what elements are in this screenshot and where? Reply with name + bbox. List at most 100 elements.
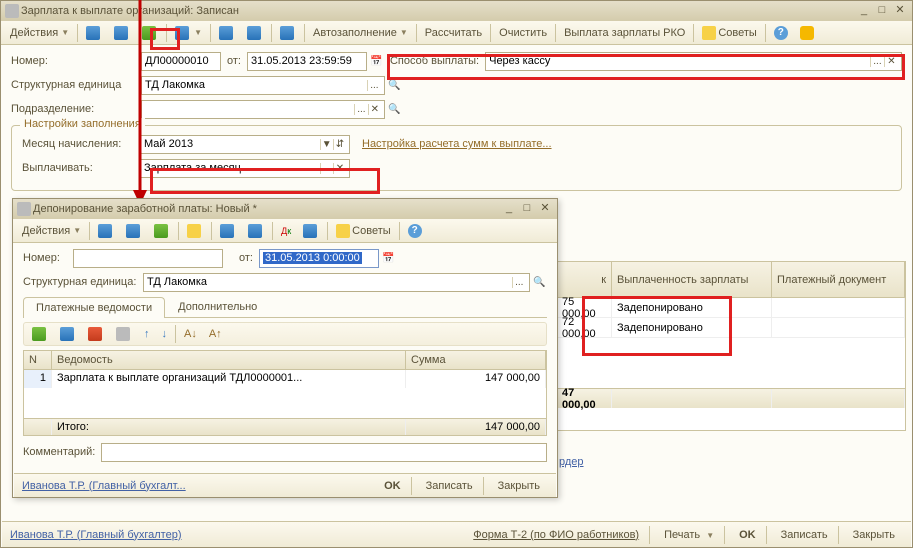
col-n: N: [24, 351, 52, 369]
clear-icon[interactable]: ✕: [333, 163, 346, 174]
order-link[interactable]: рдер: [559, 456, 584, 468]
comment-input[interactable]: [101, 443, 547, 462]
number-label: Номер:: [11, 55, 141, 67]
table-total: 47 000,00: [557, 389, 612, 408]
ellipsis-icon[interactable]: ...: [367, 80, 381, 91]
user-link[interactable]: Иванова Т.Р. (Главный бухгалт...: [22, 480, 186, 492]
clear-button[interactable]: Очистить: [494, 25, 552, 41]
user-link[interactable]: Иванова Т.Р. (Главный бухгалтер): [10, 529, 182, 541]
search-icon[interactable]: 🔍: [387, 80, 402, 91]
edit-icon[interactable]: [55, 325, 81, 343]
ok-button[interactable]: OK: [376, 477, 409, 495]
ellipsis-icon[interactable]: ...: [512, 277, 526, 288]
table-row[interactable]: 72 000,00 Задепонировано: [557, 318, 905, 338]
search-icon[interactable]: 🔍: [532, 277, 547, 288]
method-input[interactable]: ... ✕: [485, 52, 902, 71]
maximize-button[interactable]: □: [519, 202, 535, 216]
ellipsis-icon[interactable]: ...: [870, 56, 884, 67]
number-input[interactable]: [73, 249, 223, 268]
main-form: Номер: от: 📅 Способ выплаты: ... ✕ Струк…: [1, 45, 912, 203]
number-label: Номер:: [23, 252, 73, 264]
tips-button[interactable]: Советы: [697, 24, 761, 42]
tab-payments[interactable]: Платежные ведомости: [23, 297, 165, 318]
up-icon[interactable]: ↑: [139, 326, 155, 342]
write-button[interactable]: Записать: [773, 526, 836, 544]
calendar-icon[interactable]: 📅: [369, 56, 384, 67]
unit-input[interactable]: ...: [143, 273, 530, 292]
add-icon[interactable]: [27, 325, 53, 343]
toolbar-icon-1[interactable]: [81, 24, 107, 42]
tips-button[interactable]: Советы: [331, 222, 395, 240]
toolbar-icon-4[interactable]: ▼: [170, 24, 207, 42]
minimize-button[interactable]: _: [501, 202, 517, 216]
number-input[interactable]: [141, 52, 221, 71]
unit-input[interactable]: ...: [141, 76, 385, 95]
clear-icon[interactable]: ✕: [368, 104, 381, 115]
payout-rko-button[interactable]: Выплата зарплаты РКО: [559, 25, 690, 41]
ellipsis-icon[interactable]: ...: [320, 163, 333, 174]
actions-menu[interactable]: Действия▼: [17, 223, 86, 239]
toolbar-icon[interactable]: [149, 222, 175, 240]
help-button[interactable]: ?: [769, 24, 793, 42]
month-input[interactable]: ▼ ⇵: [140, 135, 350, 154]
table-row[interactable]: 1 Зарплата к выплате организаций ТДЛ0000…: [24, 370, 546, 388]
date-input[interactable]: 31.05.2013 0:00:00: [259, 249, 379, 268]
toolbar-icon-7[interactable]: [275, 24, 301, 42]
table-row[interactable]: 75 000,00 Задепонировано: [557, 298, 905, 318]
toolbar-icon-5[interactable]: [214, 24, 240, 42]
sub-window: Депонирование заработной платы: Новый * …: [12, 198, 558, 498]
toolbar-icon[interactable]: [298, 222, 324, 240]
ok-button[interactable]: OK: [731, 526, 764, 544]
main-title: Зарплата к выплате организаций: Записан: [21, 5, 239, 17]
sort-asc-icon[interactable]: A↓: [179, 326, 202, 342]
close-button[interactable]: Закрыть: [490, 477, 548, 495]
unit-label: Структурная единица: [11, 79, 141, 91]
down-icon[interactable]: ↓: [157, 326, 173, 342]
delete-icon[interactable]: [83, 325, 109, 343]
toolbar-icon-2[interactable]: [109, 24, 135, 42]
close-button[interactable]: ✕: [892, 4, 908, 18]
calc-button[interactable]: Рассчитать: [420, 25, 487, 41]
sort-desc-icon[interactable]: A↑: [204, 326, 227, 342]
tab-additional[interactable]: Дополнительно: [165, 296, 270, 317]
toolbar-icon[interactable]: [182, 222, 208, 240]
toolbar-icon[interactable]: [93, 222, 119, 240]
app-icon: [17, 202, 31, 216]
toolbar-icon[interactable]: [121, 222, 147, 240]
spinner-icon[interactable]: ⇵: [333, 139, 346, 150]
search-icon[interactable]: 🔍: [387, 104, 402, 115]
app-icon: [5, 4, 19, 18]
col-doc: Платежный документ: [772, 262, 905, 297]
help-button[interactable]: ?: [403, 222, 427, 240]
close-button[interactable]: ✕: [537, 202, 553, 216]
sub-statusbar: Иванова Т.Р. (Главный бухгалт... OK Запи…: [14, 473, 556, 497]
main-titlebar: Зарплата к выплате организаций: Записан …: [1, 1, 912, 21]
toolbar-icon-3[interactable]: [137, 24, 163, 42]
dept-input[interactable]: ... ✕: [141, 100, 385, 119]
write-button[interactable]: Записать: [418, 477, 481, 495]
clear-icon[interactable]: ✕: [884, 56, 898, 67]
actions-menu[interactable]: Действия▼: [5, 25, 74, 41]
date-input[interactable]: [247, 52, 367, 71]
pay-input[interactable]: ... ✕: [140, 159, 350, 178]
dropdown-icon[interactable]: ▼: [320, 139, 333, 150]
toolbar-icon-6[interactable]: [242, 24, 268, 42]
total-label: Итого:: [52, 419, 406, 435]
toolbar-icon[interactable]: [111, 325, 137, 343]
maximize-button[interactable]: □: [874, 4, 890, 18]
main-table: к Выплаченность зарплаты Платежный докум…: [556, 261, 906, 431]
minimize-button[interactable]: _: [856, 4, 872, 18]
toolbar-icon[interactable]: [243, 222, 269, 240]
print-button[interactable]: Печать ▼: [656, 526, 722, 544]
ellipsis-icon[interactable]: ...: [354, 104, 367, 115]
close-button[interactable]: Закрыть: [845, 526, 903, 544]
toolbar-dk-icon[interactable]: Дк: [276, 224, 296, 238]
autofill-menu[interactable]: Автозаполнение▼: [308, 25, 413, 41]
calc-settings-link[interactable]: Настройка расчета сумм к выплате...: [362, 138, 552, 150]
calendar-icon[interactable]: 📅: [381, 253, 396, 264]
main-toolbar: Действия▼ ▼ Автозаполнение▼ Рассчитать О…: [1, 21, 912, 45]
info-icon[interactable]: [795, 24, 821, 42]
from-label: от:: [239, 252, 259, 264]
form-t2-link[interactable]: Форма Т-2 (по ФИО работников): [465, 526, 647, 544]
toolbar-icon[interactable]: [215, 222, 241, 240]
